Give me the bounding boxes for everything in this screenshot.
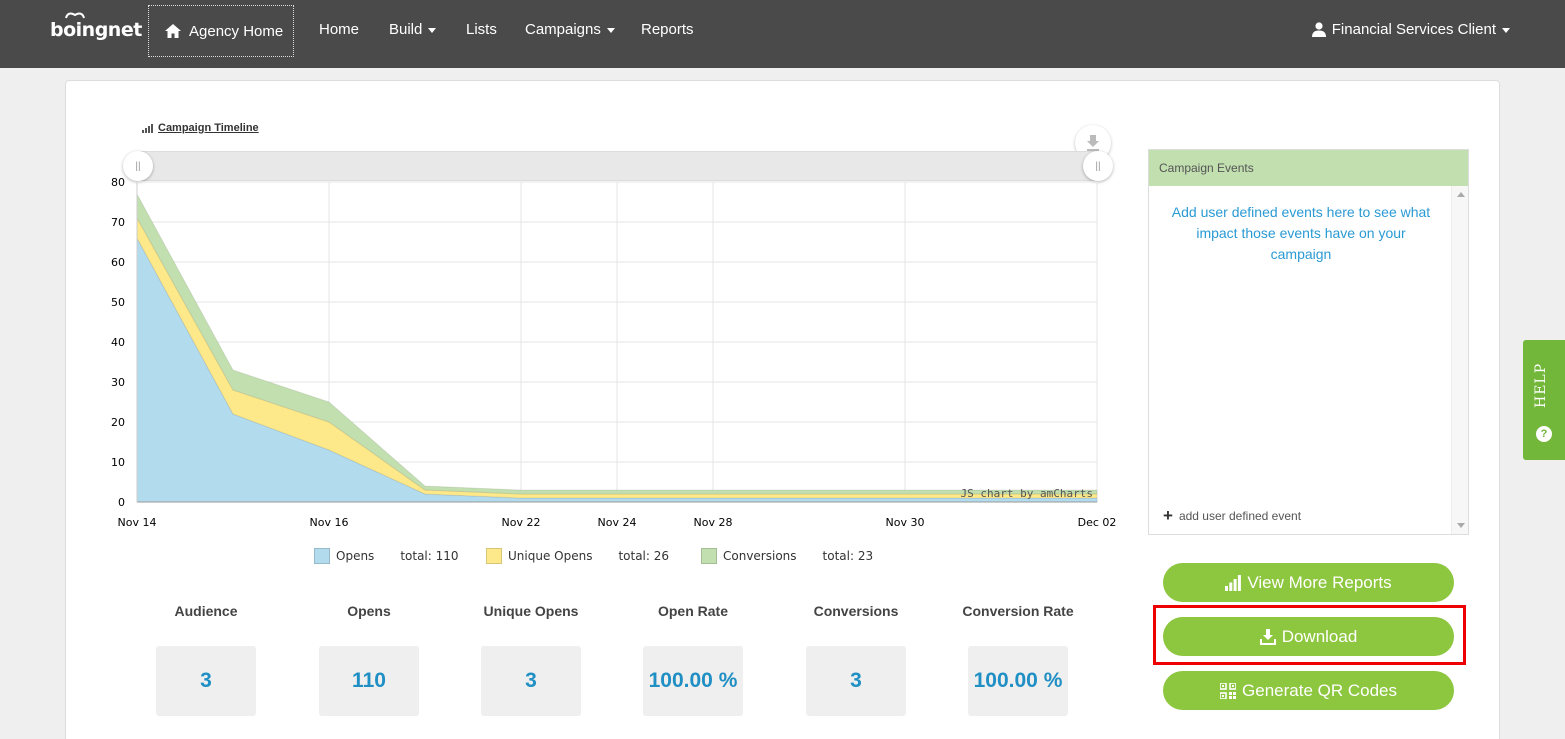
y-tick-label: 0 — [118, 496, 125, 509]
stat-value: 110 — [319, 646, 419, 716]
x-tick-label: Dec 02 — [1078, 516, 1117, 529]
generate-qr-codes-label: Generate QR Codes — [1242, 680, 1397, 700]
view-more-reports-button[interactable]: View More Reports — [1163, 563, 1454, 602]
y-tick-label: 20 — [111, 416, 125, 429]
stat-conversion-rate: Conversion Rate 100.00 % — [937, 603, 1099, 716]
chart-title-link[interactable]: Campaign Timeline — [142, 122, 259, 134]
stat-label: Open Rate — [657, 603, 728, 619]
stat-label: Opens — [347, 603, 391, 619]
legend-label: Unique Opens — [508, 549, 593, 563]
x-tick-label: Nov 14 — [118, 516, 157, 529]
nav-build[interactable]: Build — [389, 21, 437, 38]
stat-unique-opens: Unique Opens 3 — [450, 603, 612, 716]
y-tick-label: 40 — [111, 336, 125, 349]
legend-total: total: 110 — [400, 549, 459, 563]
y-tick-label: 10 — [111, 456, 125, 469]
highlight-box — [1153, 605, 1466, 665]
logo-text: boingnet — [50, 19, 142, 41]
campaign-timeline-chart: 0 10 20 30 40 50 60 70 80 Nov 14 Nov 16 Nov 22 Nov 2… — [111, 176, 1117, 529]
generate-qr-codes-button[interactable]: Generate QR Codes — [1163, 671, 1454, 710]
y-tick-label: 70 — [111, 216, 125, 229]
nav-reports[interactable]: Reports — [641, 21, 694, 38]
stat-conversions: Conversions 3 — [775, 603, 937, 716]
stat-audience: Audience 3 — [125, 603, 287, 716]
bar-chart-icon — [1225, 574, 1242, 591]
nav-lists-label: Lists — [466, 21, 497, 38]
nav-reports-label: Reports — [641, 21, 694, 38]
help-tab[interactable]: HELP ? — [1523, 340, 1565, 460]
nav-campaigns-label: Campaigns — [525, 21, 601, 38]
campaign-events-panel: Campaign Events Add user defined events … — [1148, 149, 1469, 535]
bar-chart-icon — [142, 123, 153, 133]
legend-total: total: 23 — [822, 549, 874, 563]
scroll-up-icon[interactable] — [1457, 192, 1465, 197]
user-menu[interactable]: Financial Services Client — [1311, 21, 1510, 38]
events-scrollbar[interactable] — [1451, 186, 1468, 534]
user-icon — [1311, 22, 1326, 37]
stat-label: Conversions — [813, 603, 899, 619]
qr-code-icon — [1220, 682, 1237, 699]
home-icon — [165, 24, 181, 38]
legend-label: Opens — [336, 549, 375, 563]
help-label: HELP — [1533, 362, 1549, 408]
nav-build-label: Build — [389, 21, 423, 38]
add-event-button[interactable]: + add user defined event — [1163, 506, 1301, 526]
legend-swatch — [701, 548, 717, 564]
x-tick-label: Nov 28 — [694, 516, 733, 529]
campaign-events-message: Add user defined events here to see what… — [1171, 204, 1431, 262]
x-tick-label: Nov 22 — [502, 516, 541, 529]
legend-label: Conversions — [723, 549, 797, 563]
stat-label: Conversion Rate — [962, 603, 1074, 619]
chart-title: Campaign Timeline — [158, 122, 259, 134]
legend-conversions[interactable]: Conversions total: 23 — [701, 548, 873, 564]
y-tick-label: 80 — [111, 176, 125, 189]
legend-total: total: 26 — [618, 549, 670, 563]
legend-swatch — [486, 548, 502, 564]
stat-open-rate: Open Rate 100.00 % — [612, 603, 774, 716]
stat-label: Audience — [174, 603, 238, 619]
x-tick-label: Nov 30 — [886, 516, 925, 529]
x-tick-label: Nov 24 — [598, 516, 637, 529]
caret-down-icon — [1502, 28, 1510, 33]
stat-value: 100.00 % — [643, 646, 743, 716]
nav-lists[interactable]: Lists — [466, 21, 497, 38]
scroll-down-icon[interactable] — [1457, 523, 1465, 528]
user-name: Financial Services Client — [1331, 21, 1496, 38]
y-tick-label: 50 — [111, 296, 125, 309]
add-event-label: add user defined event — [1178, 509, 1302, 523]
agency-home-label: Agency Home — [189, 22, 284, 40]
amcharts-watermark: JS chart by amCharts — [961, 487, 1093, 500]
y-tick-label: 30 — [111, 376, 125, 389]
agency-home-button[interactable]: Agency Home — [148, 5, 294, 57]
nav-home-label: Home — [319, 21, 360, 38]
stat-label: Unique Opens — [483, 603, 579, 619]
top-navbar: boingnet Agency Home Home Build Lists Ca… — [0, 0, 1565, 68]
caret-down-icon — [606, 28, 615, 33]
nav-home[interactable]: Home — [319, 21, 359, 38]
boingnet-logo[interactable]: boingnet — [50, 12, 142, 46]
nav-campaigns[interactable]: Campaigns — [525, 21, 615, 38]
legend-unique-opens[interactable]: Unique Opens total: 26 — [486, 548, 669, 564]
campaign-events-header: Campaign Events — [1149, 150, 1468, 186]
x-tick-label: Nov 16 — [310, 516, 349, 529]
stat-value: 100.00 % — [968, 646, 1068, 716]
help-question-icon: ? — [1536, 426, 1552, 442]
legend-opens[interactable]: Opens total: 110 — [314, 548, 459, 564]
stat-opens: Opens 110 — [288, 603, 450, 716]
legend-swatch — [314, 548, 330, 564]
view-more-reports-label: View More Reports — [1247, 572, 1392, 592]
plus-icon: + — [1163, 506, 1173, 525]
y-tick-label: 60 — [111, 256, 125, 269]
caret-down-icon — [428, 28, 437, 33]
stat-value: 3 — [156, 646, 256, 716]
stat-value: 3 — [481, 646, 581, 716]
stat-value: 3 — [806, 646, 906, 716]
